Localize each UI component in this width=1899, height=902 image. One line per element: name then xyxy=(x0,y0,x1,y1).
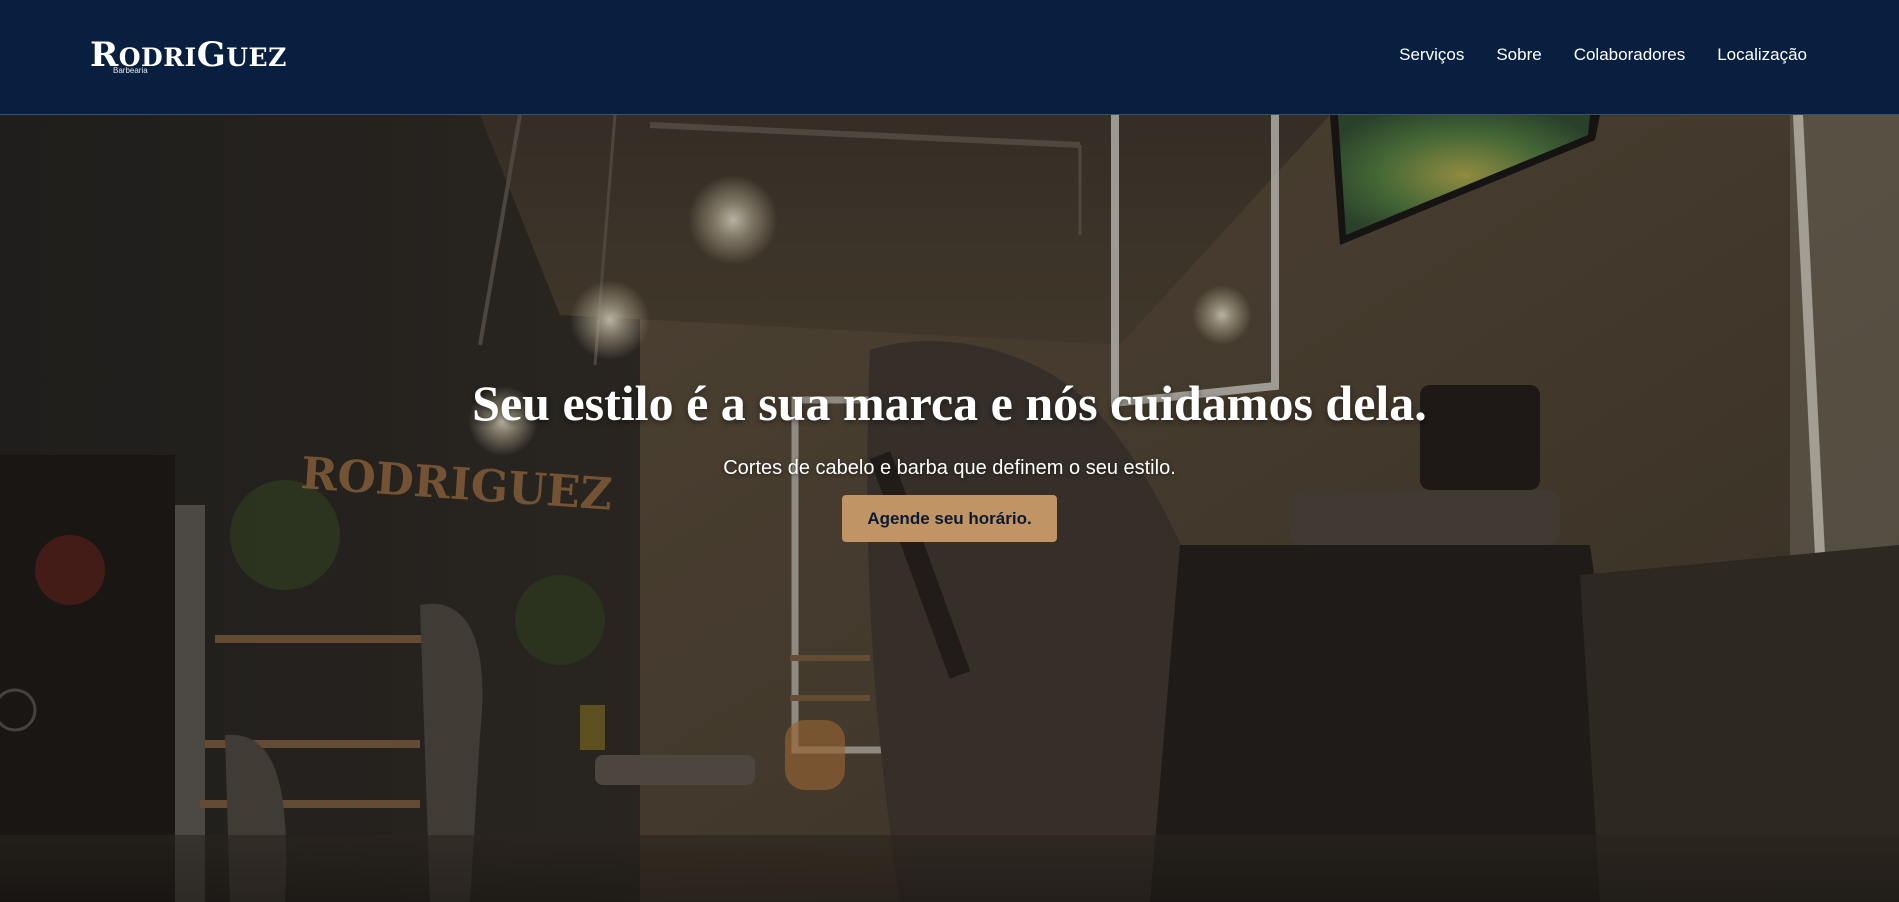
hero-subtitle: Cortes de cabelo e barba que definem o s… xyxy=(723,457,1176,479)
book-appointment-button[interactable]: Agende seu horário. xyxy=(842,495,1057,542)
nav-link-servicos[interactable]: Serviços xyxy=(1399,43,1464,67)
hero-section: RODRIGUEZ Seu estilo é a sua marca e nós… xyxy=(0,115,1899,902)
nav-link-sobre[interactable]: Sobre xyxy=(1496,43,1541,67)
hero-content: Seu estilo é a sua marca e nós cuidamos … xyxy=(0,373,1899,542)
nav-link-colaboradores[interactable]: Colaboradores xyxy=(1574,43,1686,67)
site-header: RODRIGUEZ Barbearia Serviços Sobre Colab… xyxy=(0,0,1899,115)
brand-logo[interactable]: RODRIGUEZ Barbearia xyxy=(90,38,287,75)
main-nav: Serviços Sobre Colaboradores Localização xyxy=(1399,43,1807,67)
hero-title: Seu estilo é a sua marca e nós cuidamos … xyxy=(472,375,1427,431)
nav-link-localizacao[interactable]: Localização xyxy=(1717,43,1807,67)
logo-subtitle: Barbearia xyxy=(113,66,148,75)
